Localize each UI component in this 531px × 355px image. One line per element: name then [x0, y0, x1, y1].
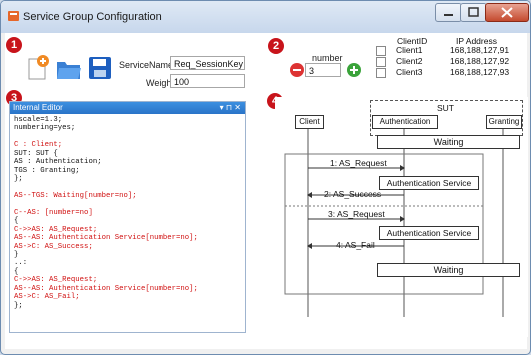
badge-2: 2 — [268, 38, 284, 54]
editor-header: Internal Editor ▾ ⊓ ✕ — [10, 102, 245, 114]
code-line: }; — [14, 175, 23, 184]
client-id: Client1 — [396, 45, 423, 55]
code-line: AS--AS: Authentication Service[number=no… — [14, 234, 198, 243]
service-name-label: ServiceName — [119, 60, 174, 70]
decrement-button[interactable] — [289, 62, 305, 78]
message-2: 2: AS_Success — [324, 189, 382, 199]
table-row[interactable]: Client1 168,188,127,91 — [370, 45, 528, 56]
code-line: }; — [14, 301, 23, 310]
code-line: C : Client; — [14, 141, 63, 150]
code-line: AS--AS: Authentication Service[number=no… — [14, 284, 198, 293]
close-button[interactable] — [485, 3, 529, 22]
weight-input[interactable]: 100 — [170, 74, 245, 88]
code-line: numbering=yes; — [14, 124, 76, 133]
code-editor[interactable]: hscale=1.3; numbering=yes; C : Client; S… — [10, 114, 245, 312]
code-line: C->>AS: AS_Request; — [14, 276, 98, 285]
minimize-button[interactable] — [435, 3, 462, 22]
number-input[interactable]: 3 — [305, 63, 341, 77]
editor-pin-close-icons[interactable]: ▾ ⊓ ✕ — [220, 102, 241, 114]
code-line: } — [14, 251, 19, 259]
increment-button[interactable] — [346, 62, 362, 78]
waiting-box-1: Waiting — [377, 135, 520, 149]
client-area: 1 ServiceName Req_SessionKey Weight 100 … — [5, 33, 528, 349]
service-name-input[interactable]: Req_SessionKey — [170, 56, 245, 70]
client-id: Client2 — [396, 56, 423, 66]
code-line: ..: — [14, 259, 28, 268]
code-line: AS--TGS: Waiting[number=no]; — [14, 191, 137, 200]
new-document-icon[interactable] — [27, 55, 49, 81]
code-line: TGS : Granting; — [14, 166, 80, 175]
save-icon[interactable] — [88, 56, 112, 80]
close-icon — [501, 7, 513, 18]
code-line: AS->C: AS_Success; — [14, 242, 93, 251]
maximize-icon — [468, 7, 479, 17]
code-line: AS->C: AS_Fail; — [14, 293, 80, 302]
service-box-2: Authentication Service — [379, 226, 479, 240]
code-line: C--AS: [number=no] — [14, 208, 93, 217]
message-1: 1: AS_Request — [330, 158, 387, 168]
code-line: { — [14, 267, 19, 276]
client-ip: 168,188,127,92 — [450, 56, 510, 66]
badge-1: 1 — [6, 37, 22, 53]
service-box-1: Authentication Service — [379, 176, 479, 190]
message-4: 4: AS_Fail — [336, 240, 375, 250]
title-bar: Service Group Configuration — [1, 1, 530, 33]
code-line: AS : Authentication; — [14, 158, 102, 167]
number-label: number — [312, 53, 343, 63]
app-window: Service Group Configuration 1 ServiceNam… — [0, 0, 531, 355]
client-ip: 168,188,127,93 — [450, 67, 510, 77]
window-title: Service Group Configuration — [23, 11, 162, 23]
app-icon — [8, 11, 19, 21]
code-line: hscale=1.3; — [14, 116, 63, 124]
row-checkbox[interactable] — [376, 57, 386, 67]
internal-editor-panel: Internal Editor ▾ ⊓ ✕ hscale=1.3; number… — [9, 101, 246, 333]
row-checkbox[interactable] — [376, 68, 386, 78]
row-checkbox[interactable] — [376, 46, 386, 56]
minimize-icon — [444, 14, 453, 16]
maximize-button[interactable] — [460, 3, 487, 22]
client-ip: 168,188,127,91 — [450, 45, 510, 55]
code-line: { — [14, 217, 19, 226]
sequence-diagram: SUT Client Authentication Granting Waiti… — [275, 97, 528, 337]
message-3: 3: AS_Request — [328, 209, 385, 219]
table-row[interactable]: Client3 168,188,127,93 — [370, 67, 528, 78]
lifelines — [284, 129, 504, 317]
open-folder-icon[interactable] — [56, 58, 82, 80]
client-id: Client3 — [396, 67, 423, 77]
code-line: C->>AS: AS_Request; — [14, 225, 98, 234]
table-row[interactable]: Client2 168,188,127,92 — [370, 56, 528, 67]
code-line: SUT: SUT { — [14, 149, 58, 158]
waiting-box-2: Waiting — [377, 263, 520, 277]
editor-title: Internal Editor — [13, 103, 63, 112]
